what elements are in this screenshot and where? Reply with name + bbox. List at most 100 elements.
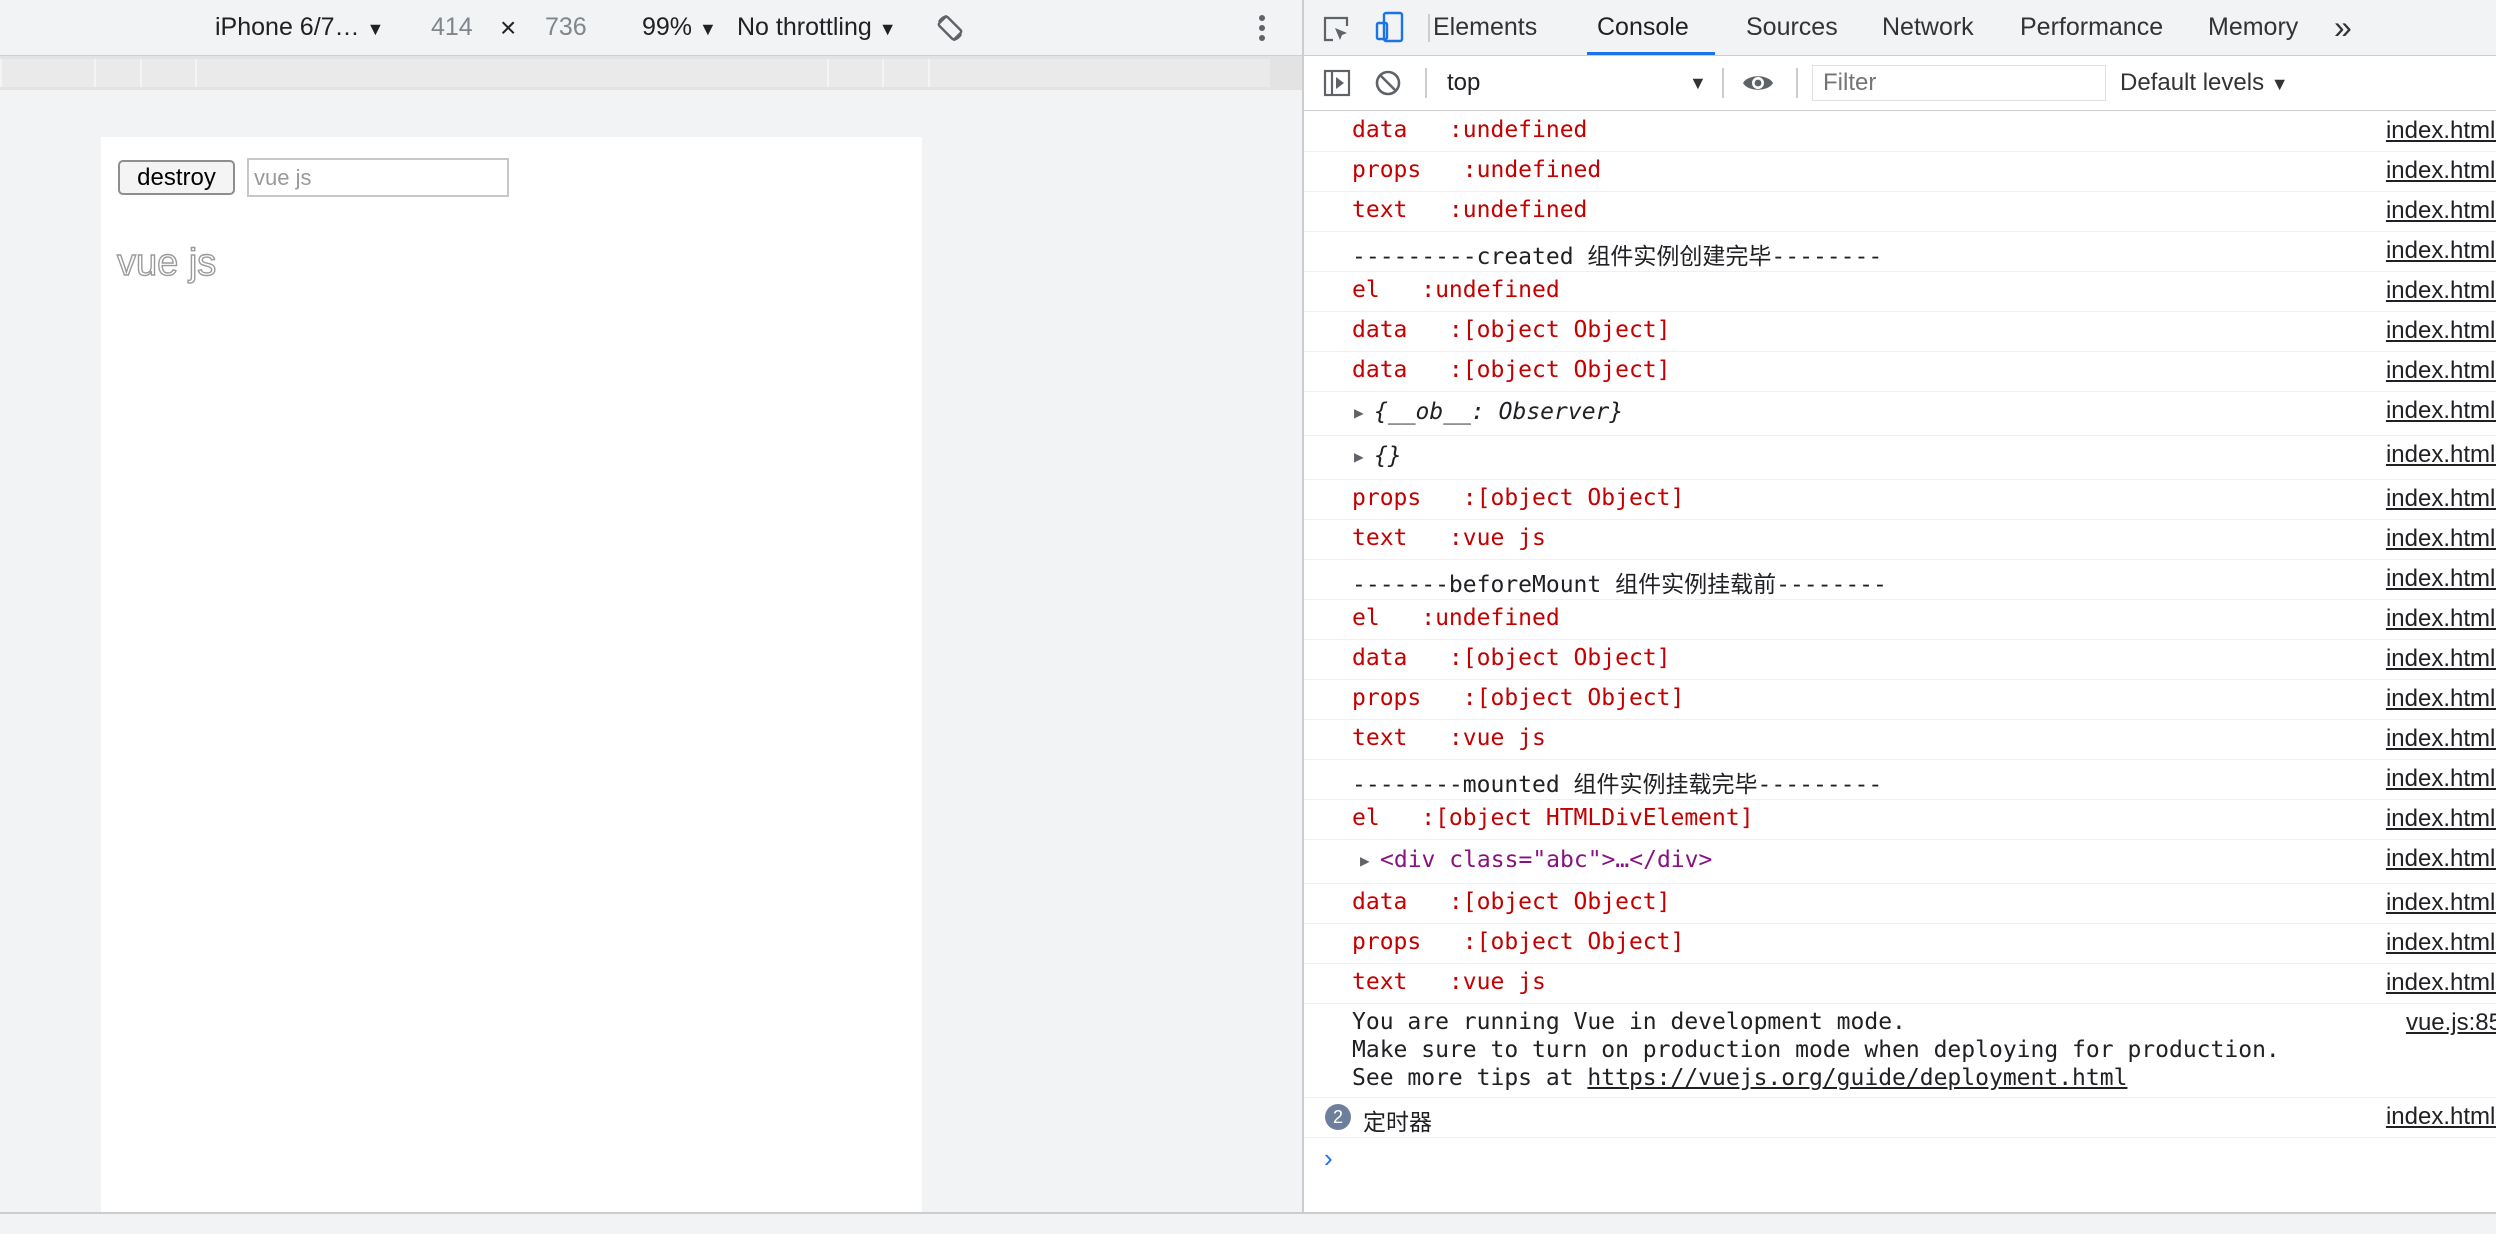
console-message: data :undefined [1352, 117, 1588, 143]
console-message: el :[object HTMLDivElement] [1352, 805, 1754, 831]
media-query-segment[interactable] [195, 59, 829, 87]
device-toolbar-icon[interactable] [1375, 11, 1405, 48]
output-text: vue js [116, 241, 217, 284]
tab-network[interactable]: Network [1882, 0, 1974, 55]
console-row: text :vue js index.html: [1304, 519, 2496, 560]
device-name: iPhone 6/7… [215, 13, 360, 41]
sidebar-toggle-icon[interactable] [1322, 68, 1352, 103]
expand-triangle-icon[interactable]: ▶ [1354, 447, 1364, 466]
console-message: props :[object Object] [1352, 485, 1685, 511]
inspect-element-icon[interactable] [1321, 14, 1351, 49]
context-select[interactable]: top [1447, 56, 1480, 110]
rotate-icon[interactable] [935, 13, 965, 43]
console-prompt-icon[interactable]: › [1324, 1143, 1333, 1174]
source-link[interactable]: index.html: [2386, 277, 2496, 305]
source-link[interactable]: index.html: [2386, 397, 2496, 425]
expand-triangle-icon[interactable]: ▶ [1360, 851, 1370, 870]
console-row[interactable]: ▶ <div class="abc">…</div> index.html: [1304, 839, 2496, 884]
source-link[interactable]: index.html: [2386, 765, 2496, 793]
throttling-select[interactable]: No throttling ▼ [737, 0, 897, 55]
console-row: props :[object Object] index.html: [1304, 479, 2496, 520]
log-levels-select[interactable]: Default levels ▼ [2120, 56, 2289, 110]
source-link[interactable]: index.html: [2386, 485, 2496, 513]
source-link[interactable]: index.html: [2386, 357, 2496, 385]
tab-console[interactable]: Console [1597, 0, 1689, 55]
source-link[interactable]: index.html: [2386, 237, 2496, 265]
console-output: data :undefined index.html: props :undef… [1304, 111, 2496, 1212]
deployment-link[interactable]: https://vuejs.org/guide/deployment.html [1587, 1065, 2127, 1091]
console-message: data :[object Object] [1352, 317, 1671, 343]
source-link[interactable]: index.html: [2386, 117, 2496, 145]
console-row[interactable]: ▶ {} index.html: [1304, 435, 2496, 480]
eye-icon[interactable] [1741, 71, 1775, 100]
height-field[interactable]: 736 [545, 0, 587, 55]
tab-memory[interactable]: Memory [2208, 0, 2298, 55]
console-row: 2 定时器 index.html: [1304, 1097, 2496, 1138]
caret-down-icon: ▼ [699, 19, 717, 39]
source-link[interactable]: index.html: [2386, 805, 2496, 833]
media-query-segment[interactable] [827, 59, 884, 87]
source-link[interactable]: index.html: [2386, 929, 2496, 957]
source-link[interactable]: index.html: [2386, 157, 2496, 185]
source-link[interactable]: index.html: [2386, 197, 2496, 225]
console-object[interactable]: {} [1374, 443, 1402, 469]
separator [1428, 14, 1430, 42]
tab-performance[interactable]: Performance [2020, 0, 2163, 55]
destroy-button[interactable]: destroy [118, 160, 235, 195]
caret-down-icon[interactable]: ▼ [1689, 56, 1707, 110]
media-query-bar[interactable] [0, 56, 1302, 90]
expand-triangle-icon[interactable]: ▶ [1354, 403, 1364, 422]
more-tabs-icon[interactable]: » [2334, 0, 2352, 55]
console-element[interactable]: <div class="abc">…</div> [1380, 847, 1712, 873]
media-query-segment[interactable] [928, 59, 1270, 87]
source-link[interactable]: index.html: [2386, 441, 2496, 469]
media-query-segment[interactable] [140, 59, 197, 87]
source-link[interactable]: index.html: [2386, 605, 2496, 633]
source-link[interactable]: index.html: [2386, 725, 2496, 753]
console-toolbar: top ▼ Default levels ▼ [1304, 56, 2496, 111]
console-message: 定时器 [1363, 1110, 1432, 1136]
repeat-count-badge: 2 [1325, 1104, 1351, 1130]
console-message: props :[object Object] [1352, 929, 1685, 955]
tab-elements[interactable]: Elements [1433, 0, 1537, 55]
source-link[interactable]: index.html: [2386, 969, 2496, 997]
console-row: el :undefined index.html: [1304, 599, 2496, 640]
dimension-times: × [500, 12, 517, 43]
source-link[interactable]: index.html: [2386, 645, 2496, 673]
console-message: data :[object Object] [1352, 357, 1671, 383]
console-row: text :vue js index.html: [1304, 719, 2496, 760]
source-link[interactable]: index.html: [2386, 317, 2496, 345]
device-viewport: destroy vue js [101, 137, 922, 1212]
media-query-segment[interactable] [94, 59, 142, 87]
console-object[interactable]: {__ob__: Observer} [1374, 399, 1623, 425]
console-row[interactable]: ▶ {__ob__: Observer} index.html: [1304, 391, 2496, 436]
filter-input[interactable] [1812, 65, 2106, 101]
source-link[interactable]: index.html: [2386, 685, 2496, 713]
console-row: data :[object Object] index.html: [1304, 351, 2496, 392]
media-query-segment[interactable] [0, 59, 96, 87]
device-toolbar: iPhone 6/7… ▼ 414 × 736 99% ▼ No throttl… [0, 0, 1302, 56]
source-link[interactable]: index.html: [2386, 845, 2496, 873]
text-input[interactable] [247, 158, 509, 197]
console-row: props :undefined index.html: [1304, 151, 2496, 192]
zoom-value: 99% [642, 13, 693, 41]
source-link[interactable]: index.html: [2386, 525, 2496, 553]
tab-sources[interactable]: Sources [1746, 0, 1838, 55]
clear-console-icon[interactable] [1374, 69, 1402, 102]
context-value: top [1447, 69, 1481, 96]
vue-notice-prefix: See more tips at [1352, 1065, 1588, 1091]
media-query-segment[interactable] [882, 59, 930, 87]
caret-down-icon: ▼ [878, 19, 897, 39]
console-message: data :[object Object] [1352, 645, 1671, 671]
source-link[interactable]: index.html: [2386, 889, 2496, 917]
source-link[interactable]: index.html: [2386, 565, 2496, 593]
more-options-icon[interactable] [1258, 14, 1266, 42]
devtools-tabbar: Elements Console Sources Network Perform… [1304, 0, 2496, 56]
console-row: -------beforeMount 组件实例挂载前-------- index… [1304, 559, 2496, 600]
device-select[interactable]: iPhone 6/7… ▼ [215, 0, 384, 55]
source-link[interactable]: index.html: [2386, 1103, 2496, 1131]
source-link[interactable]: vue.js:85 [2406, 1009, 2496, 1037]
width-field[interactable]: 414 [431, 0, 473, 55]
device-pane: iPhone 6/7… ▼ 414 × 736 99% ▼ No throttl… [0, 0, 1302, 1212]
zoom-select[interactable]: 99% ▼ [642, 0, 717, 55]
